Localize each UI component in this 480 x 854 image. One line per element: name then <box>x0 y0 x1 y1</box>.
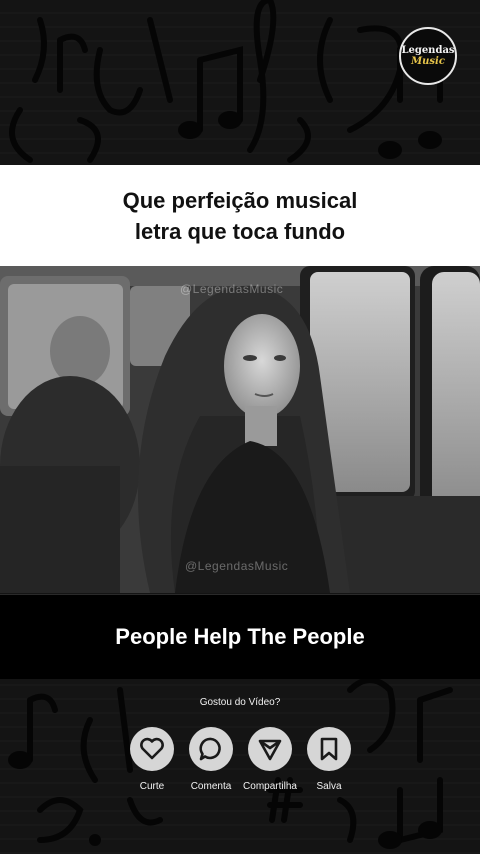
save-button[interactable]: Salva <box>294 727 364 792</box>
bookmark-icon[interactable] <box>307 727 351 771</box>
channel-logo: Legendas Music <box>399 27 457 85</box>
liked-video-question: Gostou do Vídeo? <box>199 697 281 708</box>
bus-window-scene <box>0 266 480 593</box>
headline-line2: letra que toca fundo <box>134 218 346 244</box>
headline-banner: Que perfeição musical letra que toca fun… <box>0 165 480 266</box>
song-title: People Help The People <box>115 624 365 649</box>
song-title-banner: People Help The People <box>0 594 480 679</box>
logo-text-line2: Music <box>411 55 445 67</box>
headline-line1: Que perfeição musical <box>122 187 358 213</box>
action-buttons: Curte Comenta Compartilha Salva <box>0 727 480 797</box>
save-label: Salva <box>316 781 342 792</box>
video-frame[interactable]: @LegendasMusic @LegendasMusic <box>0 266 480 593</box>
comment-icon[interactable] <box>189 727 233 771</box>
watermark-top: @LegendasMusic <box>180 282 284 296</box>
watermark-bottom: @LegendasMusic <box>185 559 289 573</box>
logo-text-line1: Legendas <box>401 44 455 56</box>
share-icon[interactable] <box>248 727 292 771</box>
heart-icon[interactable] <box>130 727 174 771</box>
